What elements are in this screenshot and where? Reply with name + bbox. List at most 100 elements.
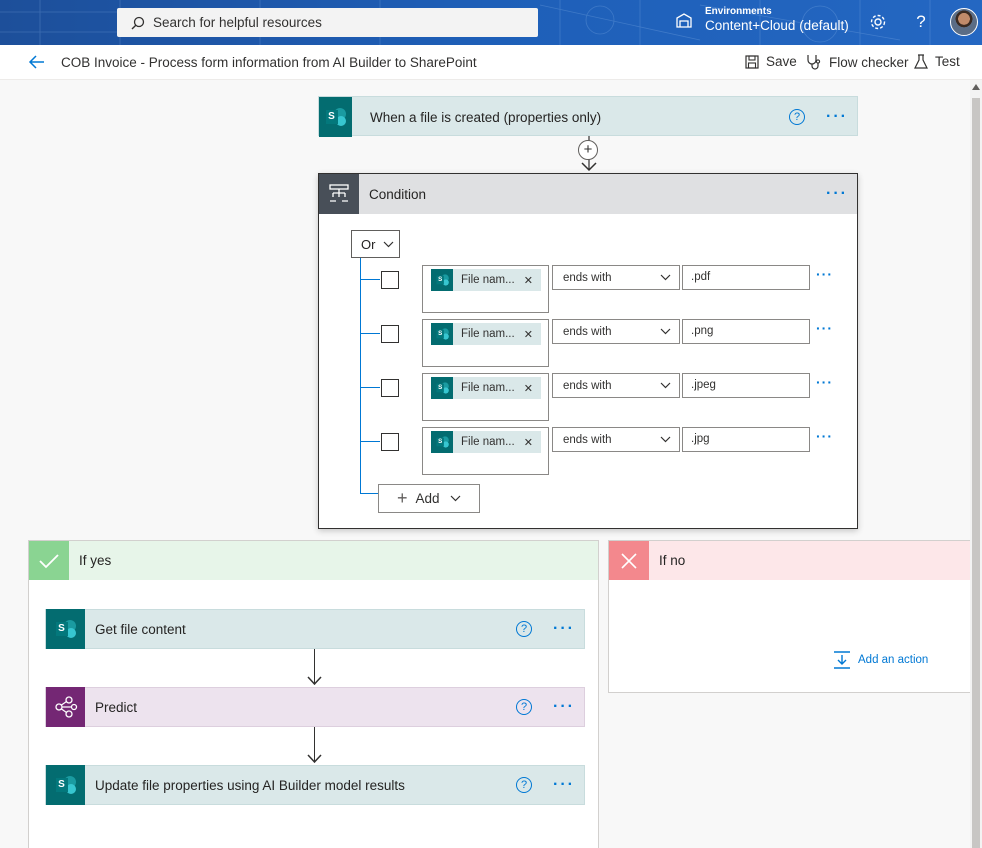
dynamic-content-token[interactable]: S File nam... ✕ <box>431 269 541 291</box>
environment-picker[interactable]: Environments Content+Cloud (default) <box>675 6 849 33</box>
more-options-icon[interactable]: ··· <box>544 620 584 638</box>
row-checkbox[interactable] <box>381 379 399 397</box>
left-operand-field[interactable]: S File nam... ✕ <box>422 373 549 421</box>
save-button[interactable]: Save <box>745 54 797 69</box>
group-operator-value: Or <box>361 236 376 252</box>
right-operand-field[interactable]: .pdf <box>682 265 810 290</box>
tree-line <box>360 493 380 494</box>
help-icon[interactable]: ? <box>516 699 532 715</box>
ai-builder-icon <box>46 687 85 727</box>
operator-value: ends with <box>563 379 612 392</box>
environment-label: Environments <box>705 6 772 17</box>
top-bar: Search for helpful resources Environment… <box>0 0 982 45</box>
row-checkbox[interactable] <box>381 325 399 343</box>
trigger-title: When a file is created (properties only) <box>370 109 602 125</box>
settings-icon[interactable] <box>867 11 889 33</box>
group-operator-select[interactable]: Or <box>351 230 400 258</box>
remove-token-icon[interactable]: ✕ <box>524 382 533 395</box>
operator-select[interactable]: ends with <box>552 427 680 452</box>
dynamic-content-token[interactable]: S File nam... ✕ <box>431 323 541 345</box>
operator-select[interactable]: ends with <box>552 319 680 344</box>
help-icon[interactable]: ? <box>789 109 805 125</box>
operator-select[interactable]: ends with <box>552 373 680 398</box>
arrow-down-icon <box>307 754 322 764</box>
sharepoint-icon: S <box>46 765 85 805</box>
action-card-predict[interactable]: Predict ? ··· <box>45 687 585 727</box>
row-more-icon[interactable]: ··· <box>816 320 833 336</box>
plus-icon: + <box>397 488 408 508</box>
scrollbar-thumb[interactable] <box>972 98 980 848</box>
if-yes-branch: If yes S Get file content ? ··· Predict … <box>28 540 599 848</box>
sharepoint-icon: S <box>319 97 352 137</box>
right-operand-field[interactable]: .jpg <box>682 427 810 452</box>
chevron-down-icon <box>660 274 671 281</box>
chevron-down-icon <box>660 436 671 443</box>
search-icon <box>131 16 145 29</box>
scroll-up-arrow-icon[interactable] <box>972 84 980 90</box>
chevron-down-icon <box>660 328 671 335</box>
dynamic-content-token[interactable]: S File nam... ✕ <box>431 377 541 399</box>
flow-title: COB Invoice - Process form information f… <box>61 55 477 70</box>
close-icon <box>609 541 649 580</box>
operator-value: ends with <box>563 271 612 284</box>
token-label: File nam... <box>461 274 515 286</box>
right-operand-field[interactable]: .png <box>682 319 810 344</box>
more-options-icon[interactable]: ··· <box>544 776 584 794</box>
insert-step-button[interactable]: + <box>578 140 598 160</box>
add-condition-button[interactable]: + Add <box>378 484 480 513</box>
chevron-down-icon <box>384 241 394 247</box>
row-checkbox[interactable] <box>381 433 399 451</box>
more-options-icon[interactable]: ··· <box>817 185 857 203</box>
search-box[interactable]: Search for helpful resources <box>117 8 538 37</box>
sharepoint-icon: S <box>431 431 453 453</box>
left-operand-field[interactable]: S File nam... ✕ <box>422 319 549 367</box>
vertical-scrollbar[interactable] <box>970 80 982 848</box>
row-checkbox[interactable] <box>381 271 399 289</box>
back-arrow-icon[interactable] <box>28 54 46 70</box>
help-icon[interactable]: ? <box>516 621 532 637</box>
remove-token-icon[interactable]: ✕ <box>524 328 533 341</box>
more-options-icon[interactable]: ··· <box>544 698 584 716</box>
operator-select[interactable]: ends with <box>552 265 680 290</box>
add-an-action-button[interactable]: Add an action <box>833 651 928 669</box>
avatar[interactable] <box>950 8 978 36</box>
condition-card[interactable]: Condition ··· Or S File nam... ✕ ends wi… <box>318 173 858 529</box>
trigger-card[interactable]: S When a file is created (properties onl… <box>318 96 858 137</box>
action-card-get-file-content[interactable]: S Get file content ? ··· <box>45 609 585 649</box>
save-label: Save <box>766 54 797 69</box>
right-operand-field[interactable]: .jpeg <box>682 373 810 398</box>
row-more-icon[interactable]: ··· <box>816 374 833 390</box>
test-button[interactable]: Test <box>914 54 960 69</box>
add-label: Add <box>415 491 440 506</box>
more-options-icon[interactable]: ··· <box>817 108 857 126</box>
left-operand-field[interactable]: S File nam... ✕ <box>422 427 549 475</box>
chevron-down-icon <box>450 495 460 502</box>
dynamic-content-token[interactable]: S File nam... ✕ <box>431 431 541 453</box>
test-label: Test <box>935 54 960 69</box>
save-icon <box>745 54 759 69</box>
token-label: File nam... <box>461 328 515 340</box>
left-operand-field[interactable]: S File nam... ✕ <box>422 265 549 313</box>
row-more-icon[interactable]: ··· <box>816 428 833 444</box>
remove-token-icon[interactable]: ✕ <box>524 274 533 287</box>
token-label: File nam... <box>461 382 515 394</box>
sharepoint-icon: S <box>431 269 453 291</box>
environment-name: Content+Cloud (default) <box>705 17 849 33</box>
help-icon[interactable]: ? <box>910 11 932 33</box>
help-icon[interactable]: ? <box>516 777 532 793</box>
action-title: Get file content <box>95 621 186 637</box>
add-action-icon <box>834 651 850 669</box>
action-title: Update file properties using AI Builder … <box>95 777 405 793</box>
action-card-update-file-properties[interactable]: S Update file properties using AI Builde… <box>45 765 585 805</box>
token-label: File nam... <box>461 436 515 448</box>
operator-value: ends with <box>563 433 612 446</box>
action-title: Predict <box>95 699 138 715</box>
condition-row: S File nam... ✕ ends with .png ··· <box>319 319 859 369</box>
checkmark-icon <box>29 541 69 580</box>
flow-checker-button[interactable]: Flow checker <box>806 54 909 70</box>
condition-title: Condition <box>369 186 427 202</box>
sharepoint-icon: S <box>431 323 453 345</box>
row-more-icon[interactable]: ··· <box>816 266 833 282</box>
operator-value: ends with <box>563 325 612 338</box>
remove-token-icon[interactable]: ✕ <box>524 436 533 449</box>
